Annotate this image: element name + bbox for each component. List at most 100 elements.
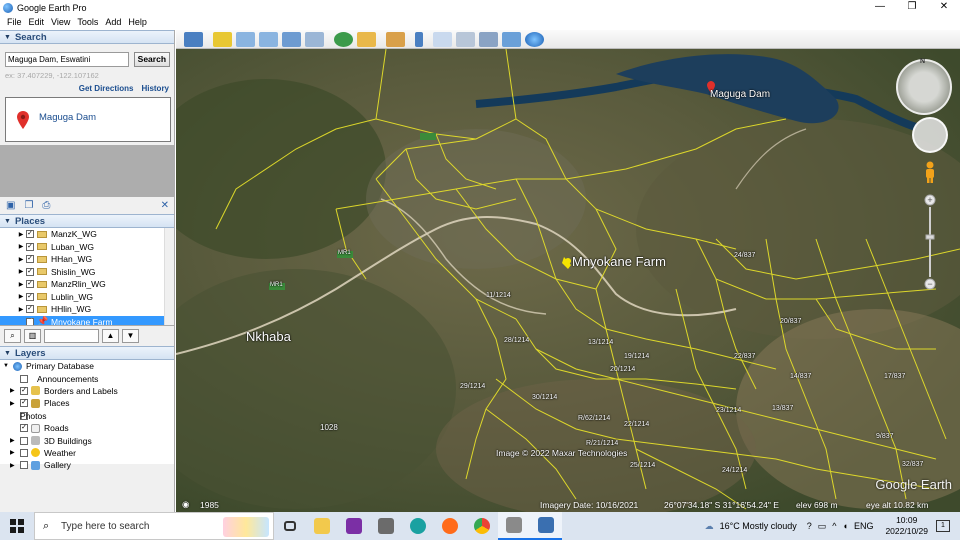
menu-edit[interactable]: Edit: [29, 17, 45, 27]
notifications-icon[interactable]: 1: [936, 520, 950, 532]
expand-triangle-icon[interactable]: ▶: [10, 462, 20, 469]
places-scrollbar[interactable]: [164, 228, 174, 325]
list-item[interactable]: ▼ Primary Database: [0, 360, 174, 372]
chevron-up-icon[interactable]: ^: [832, 521, 836, 531]
save-image-icon[interactable]: [479, 31, 498, 47]
sunlight-icon[interactable]: [357, 31, 376, 47]
list-item[interactable]: ▶ ✓ HHan_WG: [0, 253, 174, 266]
expand-triangle-icon[interactable]: ▶: [16, 293, 26, 300]
list-item[interactable]: ▶ ✓ Lublin_WG: [0, 291, 174, 304]
network-icon[interactable]: ▭: [818, 521, 827, 532]
checkbox[interactable]: ✓: [26, 242, 34, 251]
expand-triangle-icon[interactable]: ▶: [10, 437, 20, 444]
checkbox[interactable]: ✓: [20, 424, 28, 433]
list-item[interactable]: ▶ ✓ Borders and Labels: [0, 385, 174, 397]
planets-icon[interactable]: [386, 31, 405, 47]
chrome-icon[interactable]: [466, 512, 498, 540]
historical-imagery-icon[interactable]: [334, 31, 353, 47]
help-icon[interactable]: ?: [807, 521, 812, 531]
expand-triangle-icon[interactable]: ▶: [16, 281, 26, 288]
polygon-icon[interactable]: [236, 31, 255, 47]
list-item[interactable]: ▶ ✓ ManzK_WG: [0, 228, 174, 241]
move-down-icon[interactable]: ▼: [122, 329, 139, 343]
collapse-triangle-icon[interactable]: ▼: [4, 350, 11, 357]
list-item[interactable]: ▶ 3D Buildings: [0, 434, 174, 446]
checkbox[interactable]: [20, 374, 28, 383]
menu-file[interactable]: File: [7, 17, 22, 27]
weather-text[interactable]: 16°C Mostly cloudy: [720, 521, 797, 531]
look-joystick[interactable]: [912, 117, 948, 153]
checkbox[interactable]: ✓: [20, 399, 28, 408]
list-item[interactable]: ▶ ✓ HHlin_WG: [0, 303, 174, 316]
navigation-compass[interactable]: N: [896, 58, 952, 115]
list-item[interactable]: ▶ ✓ Luban_WG: [0, 241, 174, 254]
list-item[interactable]: ▶ Gallery: [0, 459, 174, 471]
start-button[interactable]: [0, 519, 34, 533]
menu-add[interactable]: Add: [105, 17, 121, 27]
menu-view[interactable]: View: [51, 17, 70, 27]
task-view-icon[interactable]: [274, 512, 306, 540]
language-indicator[interactable]: ENG: [854, 521, 874, 531]
expand-triangle-icon[interactable]: ▶: [10, 400, 20, 407]
expand-triangle-icon[interactable]: ▶: [16, 231, 26, 238]
zoom-slider[interactable]: + −: [924, 193, 936, 293]
google-earth-taskbar-icon[interactable]: [530, 512, 562, 540]
checkbox[interactable]: [20, 448, 28, 457]
image-overlay-icon[interactable]: [282, 31, 301, 47]
edge-browser-icon[interactable]: [402, 512, 434, 540]
windows-logo-icon[interactable]: [10, 519, 24, 533]
search-places-icon[interactable]: ⌕: [4, 329, 21, 343]
path-icon[interactable]: [259, 31, 278, 47]
expand-triangle-icon[interactable]: ▶: [16, 306, 26, 313]
toggle-panel-icon[interactable]: ▥: [24, 329, 41, 343]
close-button[interactable]: ✕: [928, 0, 960, 15]
menu-help[interactable]: Help: [128, 17, 147, 27]
list-item[interactable]: Announcements: [0, 372, 174, 384]
taskbar-search-box[interactable]: ⌕ Type here to search: [34, 512, 274, 540]
satellite-imagery[interactable]: [176, 49, 960, 512]
minimize-button[interactable]: —: [864, 0, 896, 15]
expand-triangle-icon[interactable]: ▼: [3, 363, 13, 369]
map-label-nkhaba[interactable]: Nkhaba: [246, 329, 291, 344]
checkbox[interactable]: ✓: [26, 230, 34, 239]
list-item[interactable]: ✓ 📌 Mnyokane Farm: [0, 315, 174, 325]
sidebar-toggle-icon[interactable]: [184, 31, 203, 47]
weather-cloud-icon[interactable]: ☁: [705, 521, 714, 532]
map-view[interactable]: Maguga Dam Mnyokane Farm Nkhaba MR1 MR1 …: [176, 49, 960, 512]
expand-triangle-icon[interactable]: ▶: [16, 268, 26, 275]
clear-search-icon[interactable]: ✕: [161, 200, 169, 211]
print-icon[interactable]: ⎙: [42, 200, 50, 211]
compass-north-icon[interactable]: N: [920, 58, 925, 65]
collapse-triangle-icon[interactable]: ▼: [4, 34, 11, 41]
firefox-icon[interactable]: [434, 512, 466, 540]
view-in-maps-icon[interactable]: [502, 31, 521, 47]
checkbox[interactable]: ✓: [26, 292, 34, 301]
expand-triangle-icon[interactable]: ▶: [16, 256, 26, 263]
checkbox[interactable]: ✓: [26, 305, 34, 314]
ruler-icon[interactable]: [415, 31, 423, 47]
globe-small-icon[interactable]: ◉: [182, 499, 189, 510]
checkbox[interactable]: ✓: [26, 255, 34, 264]
street-view-pegman-icon[interactable]: [924, 161, 936, 183]
layers-panel-header[interactable]: ▼ Layers: [0, 346, 174, 360]
expand-triangle-icon[interactable]: ▶: [10, 387, 20, 394]
record-tour-icon[interactable]: [305, 31, 324, 47]
get-directions-link[interactable]: Get Directions: [79, 84, 134, 93]
history-link[interactable]: History: [141, 84, 169, 93]
copy-icon[interactable]: ❐: [24, 200, 33, 211]
network-drive-icon[interactable]: [498, 512, 530, 540]
menu-tools[interactable]: Tools: [77, 17, 98, 27]
list-item[interactable]: ▶ ✓ Shislin_WG: [0, 266, 174, 279]
maximize-button[interactable]: ❐: [896, 0, 928, 15]
checkbox[interactable]: ✓: [20, 386, 28, 395]
search-button[interactable]: Search: [133, 52, 170, 67]
checkbox[interactable]: [20, 461, 28, 470]
placemark-icon[interactable]: [213, 31, 232, 47]
expand-triangle-icon[interactable]: ▶: [10, 449, 20, 456]
clock[interactable]: 10:09 2022/10/29: [885, 515, 928, 537]
camera-icon[interactable]: [370, 512, 402, 540]
checkbox[interactable]: ✓: [26, 267, 34, 276]
map-label-mnyokane-farm[interactable]: Mnyokane Farm: [572, 254, 666, 269]
onenote-icon[interactable]: [338, 512, 370, 540]
file-explorer-icon[interactable]: [306, 512, 338, 540]
